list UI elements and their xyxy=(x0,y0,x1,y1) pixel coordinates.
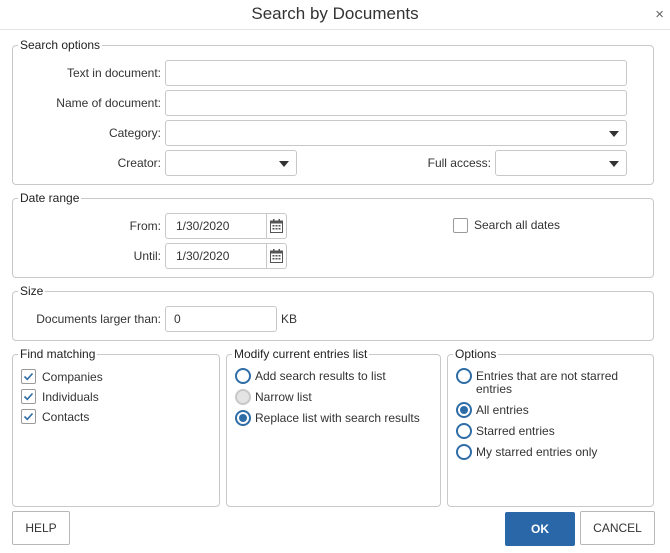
starred-entries-radio[interactable] xyxy=(456,423,472,439)
category-label: Category: xyxy=(108,126,161,140)
documents-larger-than-input[interactable]: 0 xyxy=(165,306,277,332)
from-date-value: 1/30/2020 xyxy=(176,219,230,233)
name-of-document-input[interactable] xyxy=(165,90,627,116)
documents-larger-than-label: Documents larger than: xyxy=(36,312,161,326)
add-search-results-label: Add search results to list xyxy=(255,369,386,383)
until-date-input[interactable]: 1/30/2020 xyxy=(165,243,287,269)
my-starred-radio[interactable] xyxy=(456,444,472,460)
text-in-document-label: Text in document: xyxy=(66,66,161,80)
search-options-legend: Search options xyxy=(20,38,101,52)
narrow-list-radio xyxy=(235,389,251,405)
close-icon[interactable]: × xyxy=(655,5,664,25)
until-date-value: 1/30/2020 xyxy=(176,249,230,263)
date-range-legend: Date range xyxy=(20,191,80,205)
options-legend: Options xyxy=(455,347,497,361)
until-label: Until: xyxy=(133,249,161,263)
name-of-document-label: Name of document: xyxy=(56,96,161,110)
size-unit-label: KB xyxy=(281,312,298,326)
individuals-checkbox[interactable] xyxy=(21,389,36,404)
companies-checkbox[interactable] xyxy=(21,369,36,384)
calendar-icon[interactable] xyxy=(266,244,286,268)
calendar-icon[interactable] xyxy=(266,214,286,238)
modify-list-legend: Modify current entries list xyxy=(234,347,368,361)
search-all-dates-checkbox[interactable] xyxy=(453,218,468,233)
size-legend: Size xyxy=(20,284,44,298)
chevron-down-icon xyxy=(609,131,619,137)
all-entries-label: All entries xyxy=(476,403,529,417)
category-select[interactable] xyxy=(165,120,627,146)
my-starred-label: My starred entries only xyxy=(476,445,598,459)
all-entries-radio[interactable] xyxy=(456,402,472,418)
find-matching-legend: Find matching xyxy=(20,347,96,361)
dialog-titlebar: Search by Documents × xyxy=(0,0,670,30)
contacts-checkbox[interactable] xyxy=(21,409,36,424)
full-access-label: Full access: xyxy=(427,156,491,170)
replace-list-radio[interactable] xyxy=(235,410,251,426)
date-range-group: Date range xyxy=(12,191,654,278)
narrow-list-label: Narrow list xyxy=(255,390,312,404)
creator-label: Creator: xyxy=(117,156,161,170)
search-all-dates-label: Search all dates xyxy=(474,218,561,232)
from-date-input[interactable]: 1/30/2020 xyxy=(165,213,287,239)
ok-button[interactable]: OK xyxy=(505,512,575,546)
chevron-down-icon xyxy=(279,161,289,167)
starred-entries-label: Starred entries xyxy=(476,424,555,438)
from-label: From: xyxy=(129,219,161,233)
replace-list-label: Replace list with search results xyxy=(255,411,420,425)
chevron-down-icon xyxy=(609,161,619,167)
add-search-results-radio[interactable] xyxy=(235,368,251,384)
full-access-select[interactable] xyxy=(495,150,627,176)
individuals-label: Individuals xyxy=(42,390,99,404)
check-icon xyxy=(23,372,34,381)
companies-label: Companies xyxy=(42,370,103,384)
help-button[interactable]: HELP xyxy=(12,511,70,545)
not-starred-label: Entries that are not starred entries xyxy=(476,369,619,396)
not-starred-radio[interactable] xyxy=(456,368,472,384)
creator-select[interactable] xyxy=(165,150,297,176)
contacts-label: Contacts xyxy=(42,410,90,424)
check-icon xyxy=(23,412,34,421)
check-icon xyxy=(23,392,34,401)
text-in-document-input[interactable] xyxy=(165,60,627,86)
dialog-title: Search by Documents xyxy=(251,4,419,23)
cancel-button[interactable]: CANCEL xyxy=(580,511,655,545)
